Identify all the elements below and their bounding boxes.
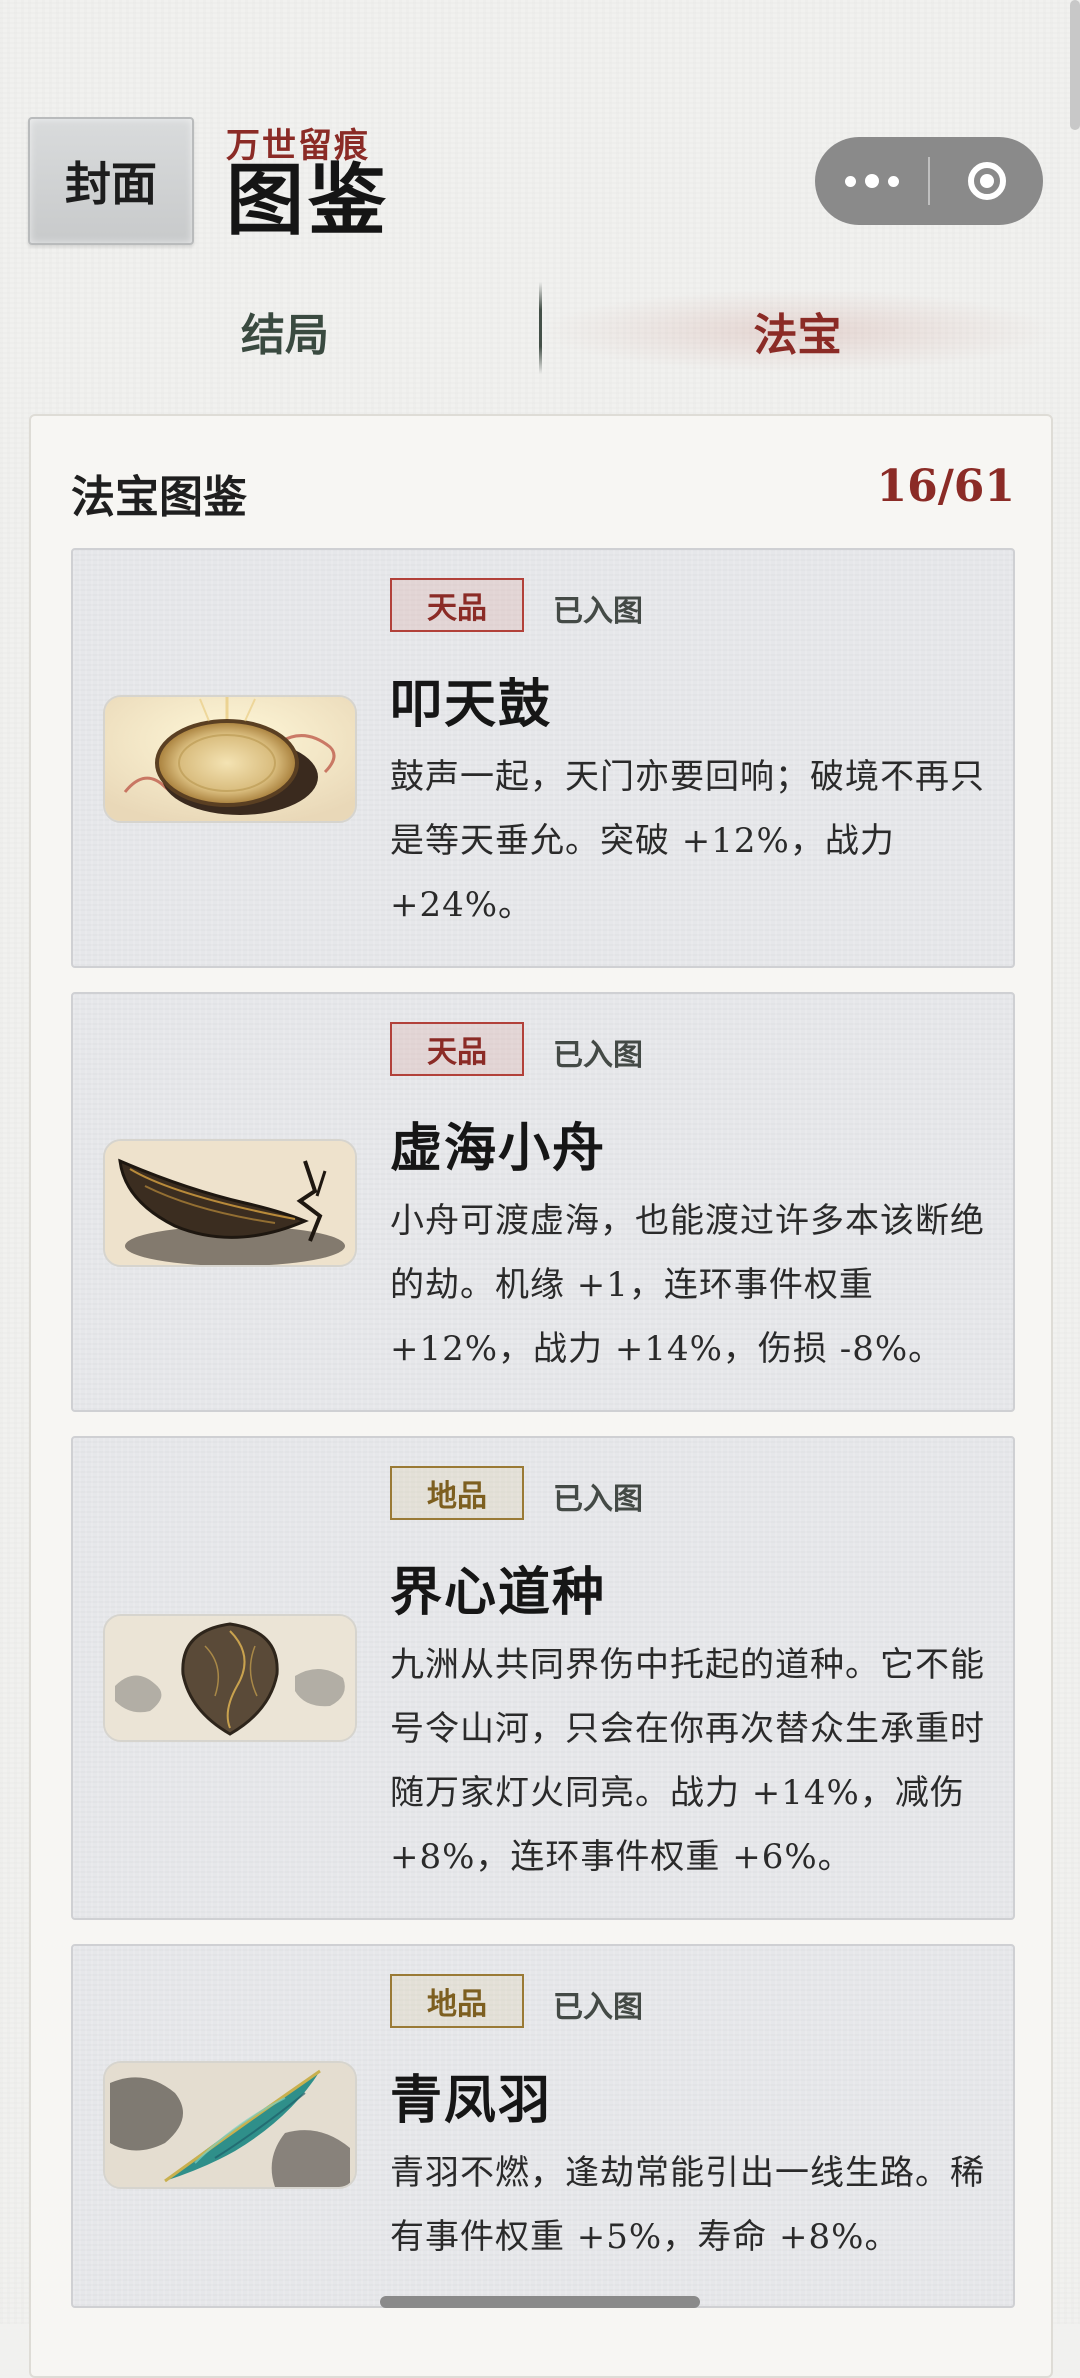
treasure-description: 小舟可渡虚海，也能渡过许多本该断绝的劫。机缘 +1，连环事件权重 +12%，战力… xyxy=(390,1201,985,1369)
collection-count: 16/61 xyxy=(876,461,1015,512)
treasure-name: 虚海小舟 xyxy=(390,1118,607,1179)
mini-program-capsule xyxy=(815,137,1043,225)
treasure-name: 界心道种 xyxy=(390,1562,607,1623)
grade-badge: 天品 xyxy=(390,1022,524,1076)
grade-badge: 地品 xyxy=(390,1974,524,2028)
tab-ending[interactable]: 结局 xyxy=(30,290,540,372)
collected-status: 已入图 xyxy=(553,594,643,629)
drum-icon xyxy=(103,695,357,823)
treasure-catalog-panel: 法宝图鉴 16/61 天品 已入图 叩天鼓 鼓声一起，天门亦要回响；破境不再只是… xyxy=(29,414,1053,2378)
treasure-card[interactable]: 天品 已入图 虚海小舟 小舟可渡虚海，也能渡过许多本该断绝的劫。机缘 +1，连环… xyxy=(71,992,1015,1412)
treasure-description: 鼓声一起，天门亦要回响；破境不再只是等天垂允。突破 +12%，战力 +24%。 xyxy=(390,757,985,925)
collected-status: 已入图 xyxy=(553,1482,643,1517)
treasure-card[interactable]: 地品 已入图 界心道种 九洲从共同界伤中托起的道种。它不能号令山河，只会在你再次… xyxy=(71,1436,1015,1920)
treasure-card[interactable]: 地品 已入图 青凤羽 青羽不燃，逢劫常能引出一线生路。稀有事件权重 +5%，寿命… xyxy=(71,1944,1015,2308)
more-dots-icon xyxy=(844,175,856,187)
collected-status: 已入图 xyxy=(553,1990,643,2025)
cover-button[interactable]: 封面 xyxy=(28,117,194,245)
treasure-description: 九洲从共同界伤中托起的道种。它不能号令山河，只会在你再次替众生承重时随万家灯火同… xyxy=(390,1645,985,1877)
page-title: 图鉴 xyxy=(226,155,391,246)
seed-icon xyxy=(103,1614,357,1742)
home-indicator[interactable] xyxy=(380,2296,700,2308)
panel-title: 法宝图鉴 xyxy=(71,472,247,523)
boat-icon xyxy=(103,1139,357,1267)
tab-divider xyxy=(539,282,542,374)
treasure-name: 叩天鼓 xyxy=(390,674,553,735)
treasure-name: 青凤羽 xyxy=(390,2070,553,2131)
treasure-description: 青羽不燃，逢劫常能引出一线生路。稀有事件权重 +5%，寿命 +8%。 xyxy=(390,2153,985,2257)
grade-badge: 地品 xyxy=(390,1466,524,1520)
collected-status: 已入图 xyxy=(553,1038,643,1073)
scroll-indicator[interactable] xyxy=(1070,0,1080,130)
tab-treasure[interactable]: 法宝 xyxy=(545,290,1050,372)
grade-badge: 天品 xyxy=(390,578,524,632)
more-options-button[interactable] xyxy=(815,137,928,225)
target-icon xyxy=(967,162,1006,200)
feather-icon xyxy=(103,2061,357,2189)
close-program-button[interactable] xyxy=(930,137,1043,225)
treasure-card[interactable]: 天品 已入图 叩天鼓 鼓声一起，天门亦要回响；破境不再只是等天垂允。突破 +12… xyxy=(71,548,1015,968)
